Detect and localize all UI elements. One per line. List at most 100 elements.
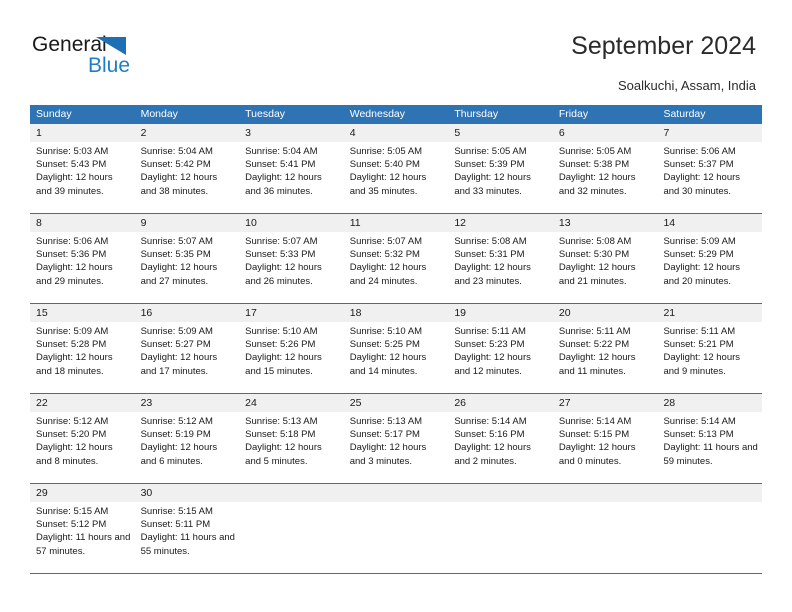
daylight-text: Daylight: 12 hours and 5 minutes. [245,442,322,467]
daylight-text: Daylight: 12 hours and 36 minutes. [245,172,322,197]
calendar-day-cell[interactable]: 1 Sunrise: 5:03 AM Sunset: 5:43 PM Daylight… [30,124,135,213]
day-details: Sunrise: 5:05 AM Sunset: 5:39 PM Daylight:… [448,142,553,198]
day-details: Sunrise: 5:04 AM Sunset: 5:42 PM Daylight:… [135,142,240,198]
day-number [343,484,449,502]
sunrise-text: Sunrise: 5:08 AM [454,236,527,247]
day-details: Sunrise: 5:05 AM Sunset: 5:38 PM Daylight:… [553,142,658,198]
daylight-text: Daylight: 12 hours and 12 minutes. [454,352,531,377]
calendar-day-cell[interactable]: 13 Sunrise: 5:08 AM Sunset: 5:30 PM Dayligh… [552,214,658,303]
general-blue-logo[interactable]: General Blue [32,33,232,83]
sunrise-text: Sunrise: 5:07 AM [349,236,423,247]
day-number: 14 [657,214,763,232]
calendar-day-cell-empty [552,484,658,573]
day-details: Sunrise: 5:14 AM Sunset: 5:15 PM Daylight:… [553,412,658,468]
calendar-week-inner: 22 Sunrise: 5:12 AM Sunset: 5:20 PM Dayligh… [30,394,763,483]
daylight-text: Daylight: 12 hours and 35 minutes. [349,172,427,197]
calendar-day-cell-empty [657,484,763,573]
calendar-bottom-rule [30,573,762,574]
calendar-day-cell[interactable]: 22 Sunrise: 5:12 AM Sunset: 5:20 PM Dayligh… [30,394,135,483]
calendar-day-cell[interactable]: 12 Sunrise: 5:08 AM Sunset: 5:31 PM Dayligh… [448,214,553,303]
day-details [239,502,344,505]
calendar-day-cell[interactable]: 18 Sunrise: 5:10 AM Sunset: 5:25 PM Dayligh… [343,304,449,393]
calendar-day-cell[interactable]: 28 Sunrise: 5:14 AM Sunset: 5:13 PM Dayligh… [657,394,763,483]
sunrise-text: Sunrise: 5:09 AM [140,326,213,337]
day-details: Sunrise: 5:07 AM Sunset: 5:35 PM Daylight:… [135,232,240,288]
sunset-text: Sunset: 5:13 PM [663,429,734,441]
day-number: 5 [448,124,553,142]
calendar-day-cell[interactable]: 30 Sunrise: 5:15 AM Sunset: 5:11 PM Dayligh… [134,484,240,573]
calendar-day-cell[interactable]: 4 Sunrise: 5:05 AM Sunset: 5:40 PM Daylight… [343,124,449,213]
calendar-day-cell[interactable]: 15 Sunrise: 5:09 AM Sunset: 5:28 PM Dayligh… [30,304,135,393]
daylight-text: Daylight: 12 hours and 17 minutes. [140,352,218,377]
calendar-week-inner: 8 Sunrise: 5:06 AM Sunset: 5:36 PM Daylight… [30,214,763,303]
day-details: Sunrise: 5:08 AM Sunset: 5:30 PM Daylight:… [553,232,658,288]
day-number: 17 [239,304,344,322]
sunrise-text: Sunrise: 5:10 AM [245,326,318,337]
logo-text-blue: Blue [88,54,131,77]
daylight-text: Daylight: 12 hours and 6 minutes. [140,442,218,467]
day-details: Sunrise: 5:06 AM Sunset: 5:36 PM Daylight:… [30,232,135,288]
sunrise-text: Sunrise: 5:05 AM [558,146,632,157]
calendar-day-cell[interactable]: 2 Sunrise: 5:04 AM Sunset: 5:42 PM Daylight… [134,124,240,213]
calendar-day-cell[interactable]: 19 Sunrise: 5:11 AM Sunset: 5:23 PM Dayligh… [448,304,553,393]
daylight-text: Daylight: 12 hours and 8 minutes. [36,442,113,467]
calendar-day-cell[interactable]: 16 Sunrise: 5:09 AM Sunset: 5:27 PM Dayligh… [134,304,240,393]
sunset-text: Sunset: 5:37 PM [663,159,734,171]
calendar-day-cell[interactable]: 20 Sunrise: 5:11 AM Sunset: 5:22 PM Dayligh… [552,304,658,393]
calendar-day-cell[interactable]: 11 Sunrise: 5:07 AM Sunset: 5:32 PM Dayligh… [343,214,449,303]
sunset-text: Sunset: 5:19 PM [140,429,211,441]
calendar-day-cell[interactable]: 17 Sunrise: 5:10 AM Sunset: 5:26 PM Dayligh… [239,304,344,393]
sunrise-text: Sunrise: 5:13 AM [349,416,423,427]
day-number: 12 [448,214,553,232]
calendar-day-cell[interactable]: 27 Sunrise: 5:14 AM Sunset: 5:15 PM Dayligh… [552,394,658,483]
sunset-text: Sunset: 5:29 PM [663,249,734,261]
calendar-day-cell[interactable]: 14 Sunrise: 5:09 AM Sunset: 5:29 PM Dayligh… [657,214,763,303]
sunrise-text: Sunrise: 5:09 AM [36,326,109,337]
daylight-text: Daylight: 12 hours and 38 minutes. [140,172,218,197]
day-number: 10 [239,214,344,232]
calendar-day-cell[interactable]: 7 Sunrise: 5:06 AM Sunset: 5:37 PM Daylight… [657,124,763,213]
calendar-day-cell[interactable]: 10 Sunrise: 5:07 AM Sunset: 5:33 PM Dayligh… [239,214,344,303]
sunset-text: Sunset: 5:39 PM [454,159,525,171]
calendar-week-inner: 29 Sunrise: 5:15 AM Sunset: 5:12 PM Dayligh… [30,484,763,573]
day-number: 8 [30,214,135,232]
calendar-day-cell-empty [343,484,449,573]
calendar-day-cell[interactable]: 29 Sunrise: 5:15 AM Sunset: 5:12 PM Dayligh… [30,484,135,573]
daylight-text: Daylight: 12 hours and 33 minutes. [454,172,531,197]
day-number: 11 [343,214,449,232]
calendar-day-cell[interactable]: 6 Sunrise: 5:05 AM Sunset: 5:38 PM Daylight… [552,124,658,213]
daylight-text: Daylight: 12 hours and 0 minutes. [558,442,636,467]
calendar-day-cell[interactable]: 8 Sunrise: 5:06 AM Sunset: 5:36 PM Daylight… [30,214,135,303]
day-details: Sunrise: 5:15 AM Sunset: 5:11 PM Daylight:… [135,502,240,558]
sunrise-text: Sunrise: 5:08 AM [558,236,632,247]
day-number: 30 [134,484,240,502]
calendar-day-cell[interactable]: 21 Sunrise: 5:11 AM Sunset: 5:21 PM Dayligh… [657,304,763,393]
calendar-day-cell[interactable]: 26 Sunrise: 5:14 AM Sunset: 5:16 PM Dayligh… [448,394,553,483]
sunrise-text: Sunrise: 5:09 AM [663,236,736,247]
daylight-text: Daylight: 11 hours and 55 minutes. [140,532,235,557]
calendar-day-cell[interactable]: 24 Sunrise: 5:13 AM Sunset: 5:18 PM Dayligh… [239,394,344,483]
day-details: Sunrise: 5:15 AM Sunset: 5:12 PM Daylight:… [30,502,135,558]
sunset-text: Sunset: 5:43 PM [36,159,107,171]
calendar-day-cell[interactable]: 9 Sunrise: 5:07 AM Sunset: 5:35 PM Daylight… [134,214,240,303]
day-number: 20 [552,304,658,322]
day-details [657,502,762,505]
calendar-week-inner: 15 Sunrise: 5:09 AM Sunset: 5:28 PM Dayligh… [30,304,763,393]
day-number [552,484,658,502]
day-details: Sunrise: 5:11 AM Sunset: 5:22 PM Daylight:… [553,322,658,378]
sunset-text: Sunset: 5:40 PM [349,159,420,171]
day-details: Sunrise: 5:07 AM Sunset: 5:33 PM Daylight:… [239,232,344,288]
day-number: 21 [657,304,763,322]
calendar-day-cell[interactable]: 5 Sunrise: 5:05 AM Sunset: 5:39 PM Daylight… [448,124,553,213]
calendar-day-cell[interactable]: 25 Sunrise: 5:13 AM Sunset: 5:17 PM Dayligh… [343,394,449,483]
calendar-day-cell[interactable]: 23 Sunrise: 5:12 AM Sunset: 5:19 PM Dayligh… [134,394,240,483]
day-number: 23 [134,394,240,412]
logo-triangle-icon [96,37,126,55]
calendar-week-row: 1 Sunrise: 5:03 AM Sunset: 5:43 PM Daylight… [30,124,763,213]
calendar-day-cell[interactable]: 3 Sunrise: 5:04 AM Sunset: 5:41 PM Daylight… [239,124,344,213]
calendar-grid: Sunday Monday Tuesday Wednesday Thursday Frid… [30,105,763,574]
sunset-text: Sunset: 5:11 PM [140,519,211,531]
day-details: Sunrise: 5:10 AM Sunset: 5:25 PM Daylight:… [344,322,449,378]
weekday-header-cell: Sunday [36,108,72,120]
daylight-text: Daylight: 12 hours and 14 minutes. [349,352,427,377]
